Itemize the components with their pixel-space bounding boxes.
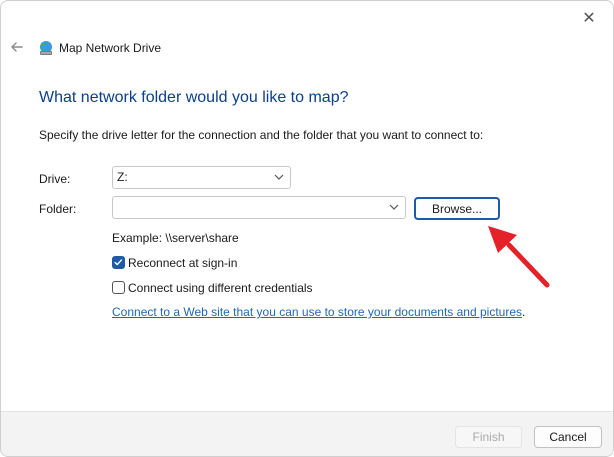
folder-example: Example: \\server\share bbox=[112, 231, 239, 245]
close-button[interactable]: ✕ bbox=[579, 9, 599, 29]
folder-label: Folder: bbox=[39, 202, 77, 216]
different-credentials-label[interactable]: Connect using different credentials bbox=[128, 281, 313, 295]
drive-select-value: Z: bbox=[117, 170, 128, 184]
web-site-link[interactable]: Connect to a Web site that you can use t… bbox=[112, 305, 522, 319]
finish-button[interactable]: Finish bbox=[455, 426, 522, 448]
annotation-arrow-icon bbox=[488, 226, 550, 288]
cancel-button[interactable]: Cancel bbox=[534, 426, 602, 448]
folder-combobox[interactable] bbox=[112, 196, 406, 219]
chevron-down-icon bbox=[389, 204, 399, 210]
web-site-link-suffix: . bbox=[522, 305, 526, 319]
window-title: Map Network Drive bbox=[59, 41, 162, 55]
different-credentials-checkbox[interactable] bbox=[112, 281, 125, 294]
reconnect-checkbox[interactable] bbox=[112, 256, 125, 269]
instruction-text: Specify the drive letter for the connect… bbox=[39, 128, 484, 142]
browse-button[interactable]: Browse... bbox=[414, 197, 500, 220]
network-drive-globe-icon bbox=[40, 41, 52, 55]
chevron-down-icon bbox=[274, 174, 284, 180]
back-button[interactable] bbox=[9, 39, 25, 55]
web-site-link-row: Connect to a Web site that you can use t… bbox=[112, 305, 525, 319]
reconnect-label[interactable]: Reconnect at sign-in bbox=[128, 256, 237, 270]
drive-label: Drive: bbox=[39, 172, 71, 186]
drive-select[interactable]: Z: bbox=[112, 166, 291, 189]
close-icon: ✕ bbox=[582, 10, 596, 27]
map-network-drive-dialog: ✕ Map Network Drive What network folder … bbox=[0, 0, 614, 457]
checkmark-icon bbox=[114, 259, 123, 266]
page-heading: What network folder would you like to ma… bbox=[39, 89, 349, 106]
